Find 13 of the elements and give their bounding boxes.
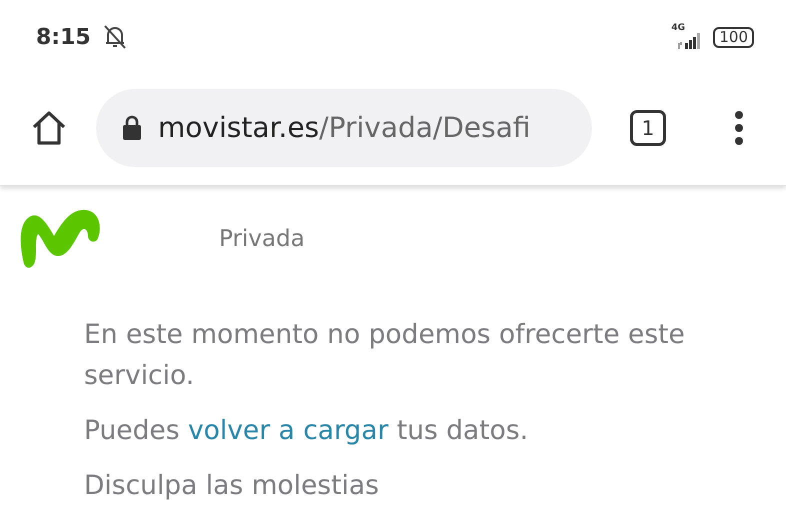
reload-link[interactable]: volver a cargar xyxy=(188,415,388,446)
message-text: En este momento no podemos ofrecerte este servicio. xyxy=(84,318,686,393)
address-bar[interactable]: movistar.es/Privada/Desafi xyxy=(96,88,592,166)
logo-icon xyxy=(18,208,102,270)
clock-time: 8:15 xyxy=(36,24,91,50)
message-text: Disculpa las molestias xyxy=(84,469,380,503)
url-text: movistar.es/Privada/Desafi xyxy=(158,111,531,144)
tab-count-button[interactable]: 1 xyxy=(630,110,666,146)
section-title: Privada xyxy=(219,226,305,252)
message-text: Puedes volver a cargar tus datos. xyxy=(84,414,530,448)
home-icon[interactable] xyxy=(30,110,68,146)
battery-icon: 100 xyxy=(713,26,754,48)
menu-icon[interactable] xyxy=(734,110,744,144)
